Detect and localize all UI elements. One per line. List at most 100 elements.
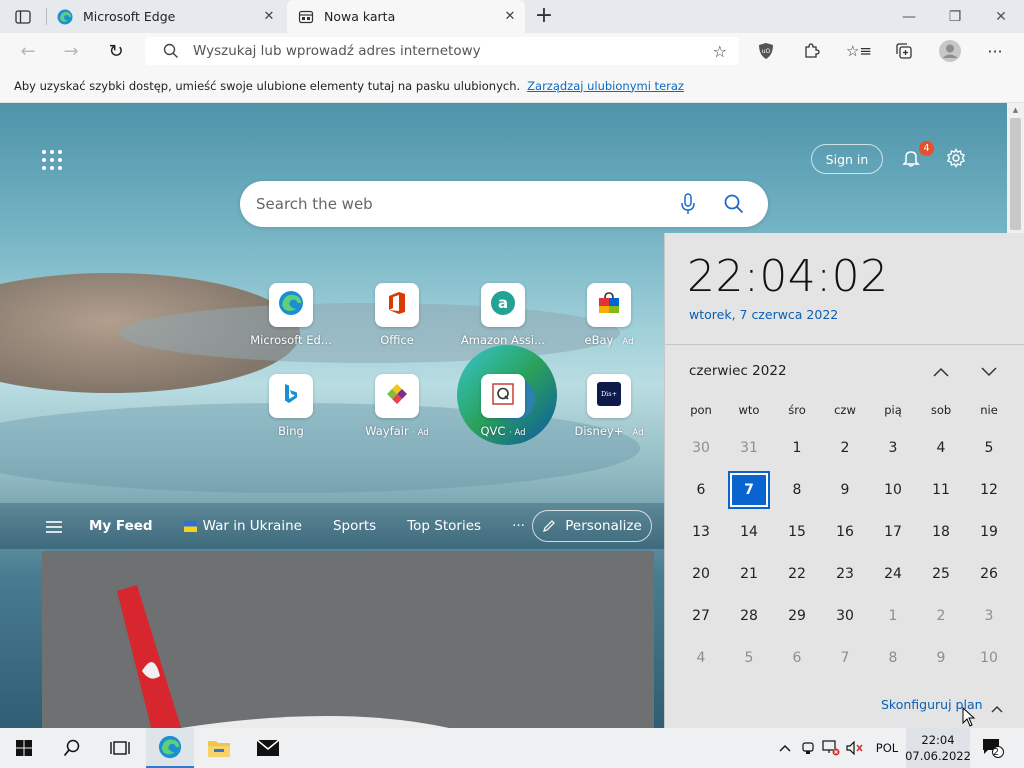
calendar-day[interactable]: 8	[773, 469, 821, 511]
feed-tab-top-stories[interactable]: Top Stories	[407, 518, 481, 534]
taskbar-search-icon[interactable]	[48, 728, 96, 768]
file-explorer-icon[interactable]	[195, 728, 243, 768]
network-disconnected-icon[interactable]	[821, 728, 841, 768]
tab-actions-icon[interactable]	[14, 8, 32, 26]
calendar-day[interactable]: 23	[821, 553, 869, 595]
refresh-icon[interactable]: ↻	[101, 37, 131, 65]
device-tray-icon[interactable]	[799, 728, 817, 768]
calendar-day[interactable]: 5	[725, 637, 773, 679]
calendar-day[interactable]: 31	[725, 427, 773, 469]
configure-plan-link[interactable]: Skonfiguruj plan	[881, 697, 1003, 712]
calendar-day[interactable]: 24	[869, 553, 917, 595]
feed-tab-war-in-ukraine[interactable]: War in Ukraine	[203, 518, 302, 534]
taskbar-edge-icon[interactable]	[146, 728, 194, 768]
calendar-day[interactable]: 9	[821, 469, 869, 511]
calendar-day[interactable]: 2	[917, 595, 965, 637]
close-window-icon[interactable]: ✕	[978, 0, 1024, 33]
calendar-day[interactable]: 4	[917, 427, 965, 469]
quick-link-wayfair[interactable]: Wayfair · Ad	[352, 374, 442, 438]
minimize-icon[interactable]: —	[886, 0, 932, 33]
quick-link-microsoft-edge[interactable]: Microsoft Ed...	[246, 283, 336, 347]
calendar-day[interactable]: 5	[965, 427, 1013, 469]
news-card[interactable]	[42, 551, 654, 728]
next-month-chevron-down-icon[interactable]	[977, 361, 1001, 383]
calendar-day[interactable]: 4	[677, 637, 725, 679]
calendar-day[interactable]: 2	[821, 427, 869, 469]
calendar-day[interactable]: 11	[917, 469, 965, 511]
calendar-day[interactable]: 28	[725, 595, 773, 637]
calendar-day[interactable]: 9	[917, 637, 965, 679]
speaker-muted-icon[interactable]	[845, 728, 865, 768]
start-windows-icon[interactable]	[0, 728, 48, 768]
calendar-day[interactable]: 30	[677, 427, 725, 469]
address-input[interactable]: Wyszukaj lub wprowadź adres internetowy …	[145, 37, 739, 65]
restore-icon[interactable]: ❐	[932, 0, 978, 33]
long-date-link[interactable]: wtorek, 7 czerwca 2022	[689, 307, 838, 322]
apps-grid-icon[interactable]	[42, 150, 62, 170]
calendar-day[interactable]: 21	[725, 553, 773, 595]
calendar-day[interactable]: 13	[677, 511, 725, 553]
page-settings-gear-icon[interactable]	[943, 144, 969, 172]
calendar-day-today[interactable]: 7	[725, 469, 773, 511]
personalize-button[interactable]: Personalize	[532, 510, 652, 542]
microphone-icon[interactable]	[680, 193, 696, 215]
back-arrow-icon[interactable]: ←	[13, 37, 43, 65]
calendar-day[interactable]: 10	[965, 637, 1013, 679]
profile-avatar-icon[interactable]	[936, 38, 964, 64]
hamburger-menu-icon[interactable]	[45, 519, 63, 533]
close-tab-icon[interactable]: ✕	[501, 9, 519, 24]
quick-link-amazon-assistant[interactable]: a Amazon Assi...	[458, 283, 548, 347]
quick-link-disney-plus[interactable]: Dis+ Disney+ · Ad	[564, 374, 654, 438]
new-tab-plus-icon[interactable]: +	[534, 5, 554, 27]
ublock-shield-icon[interactable]: uO	[752, 38, 780, 64]
calendar-day[interactable]: 16	[821, 511, 869, 553]
scroll-up-icon[interactable]: ▲	[1010, 105, 1021, 115]
web-search-box[interactable]: Search the web	[240, 181, 768, 227]
calendar-day[interactable]: 25	[917, 553, 965, 595]
calendar-day[interactable]: 27	[677, 595, 725, 637]
scrollbar-thumb[interactable]	[1010, 118, 1021, 230]
add-favorite-star-icon[interactable]: ☆	[713, 42, 727, 61]
calendar-day[interactable]: 14	[725, 511, 773, 553]
calendar-day[interactable]: 3	[965, 595, 1013, 637]
previous-month-chevron-up-icon[interactable]	[929, 361, 953, 383]
mail-icon[interactable]	[244, 728, 292, 768]
calendar-day[interactable]: 12	[965, 469, 1013, 511]
month-label[interactable]: czerwiec 2022	[689, 363, 787, 379]
sign-in-button[interactable]: Sign in	[811, 144, 883, 174]
calendar-day[interactable]: 22	[773, 553, 821, 595]
calendar-day[interactable]: 7	[821, 637, 869, 679]
calendar-day[interactable]: 17	[869, 511, 917, 553]
forward-arrow-icon[interactable]: →	[56, 37, 86, 65]
favorites-icon[interactable]: ☆≡	[845, 38, 873, 64]
calendar-day[interactable]: 29	[773, 595, 821, 637]
quick-link-office[interactable]: Office	[352, 283, 442, 347]
calendar-day[interactable]: 20	[677, 553, 725, 595]
calendar-day[interactable]: 15	[773, 511, 821, 553]
calendar-day[interactable]: 18	[917, 511, 965, 553]
calendar-day[interactable]: 1	[869, 595, 917, 637]
calendar-day[interactable]: 30	[821, 595, 869, 637]
settings-more-icon[interactable]: ···	[981, 38, 1009, 64]
calendar-day[interactable]: 1	[773, 427, 821, 469]
calendar-day[interactable]: 26	[965, 553, 1013, 595]
calendar-day[interactable]: 3	[869, 427, 917, 469]
feed-more-icon[interactable]: ···	[512, 518, 525, 534]
task-view-icon[interactable]	[96, 728, 144, 768]
feed-tab-sports[interactable]: Sports	[333, 518, 376, 534]
extensions-icon[interactable]	[797, 38, 825, 64]
calendar-day[interactable]: 8	[869, 637, 917, 679]
calendar-day[interactable]: 6	[677, 469, 725, 511]
tab-new-tab[interactable]: Nowa karta ✕	[287, 0, 525, 33]
calendar-day[interactable]: 6	[773, 637, 821, 679]
show-hidden-icons-chevron-icon[interactable]	[775, 728, 795, 768]
action-center-icon[interactable]: 2	[978, 728, 1008, 768]
quick-link-qvc[interactable]: QVC · Ad	[458, 374, 548, 438]
quick-link-bing[interactable]: Bing	[246, 374, 336, 438]
calendar-day[interactable]: 10	[869, 469, 917, 511]
close-tab-icon[interactable]: ✕	[260, 9, 278, 24]
input-language-indicator[interactable]: POL	[870, 728, 904, 768]
taskbar-clock[interactable]: 22:04 07.06.2022	[905, 728, 971, 768]
search-icon[interactable]	[724, 194, 744, 214]
manage-favorites-link[interactable]: Zarządzaj ulubionymi teraz	[527, 79, 684, 93]
